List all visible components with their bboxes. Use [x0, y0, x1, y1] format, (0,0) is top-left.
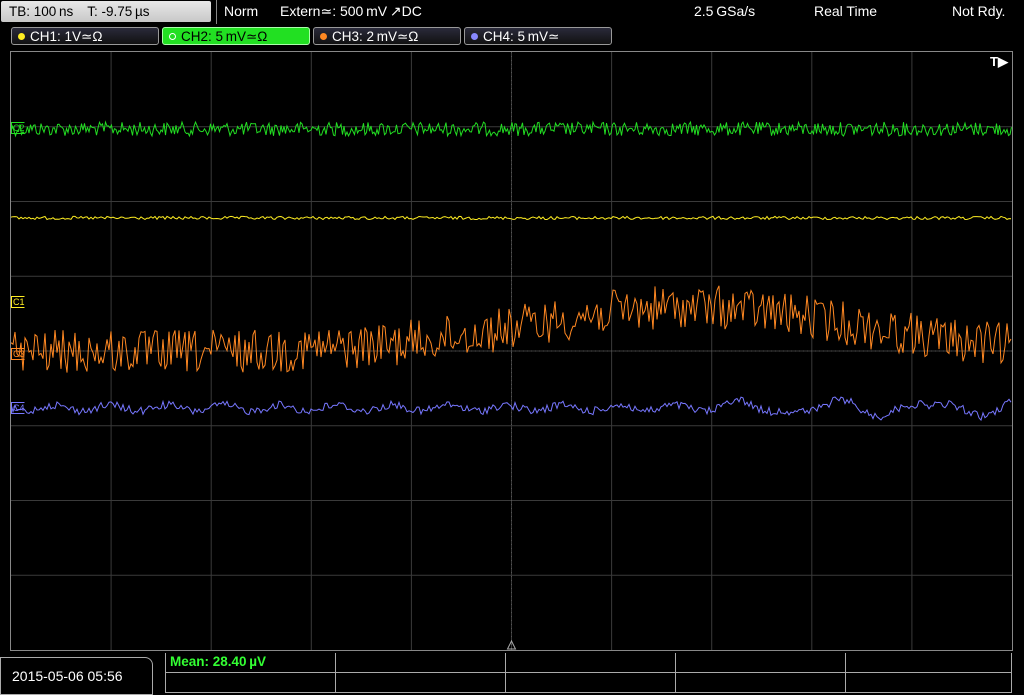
separator: [216, 0, 217, 24]
date-time-value: 2015-05-06 05:56: [12, 668, 123, 684]
measurement-cell[interactable]: [166, 673, 336, 693]
ch1-label: CH1: 1V≃Ω: [30, 29, 103, 44]
trigger-mode[interactable]: Norm: [224, 3, 258, 19]
tab-ch4[interactable]: CH4: 5 mV≃: [464, 27, 612, 45]
timebase-box[interactable]: TB: 100 ns T: -9.75 µs: [1, 1, 211, 22]
date-time-display[interactable]: 2015-05-06 05:56: [0, 657, 153, 695]
ch1-color-dot-icon: [18, 33, 25, 40]
trigger-source[interactable]: Extern≃: 500 mV ↗DC: [280, 3, 422, 20]
ch4-reference-marker[interactable]: C4: [11, 402, 28, 414]
waveform-canvas: [11, 52, 1012, 650]
sample-rate: 2.5 GSa/s: [694, 3, 756, 19]
measurement-cell[interactable]: [676, 673, 846, 693]
measurement-cell[interactable]: [336, 673, 506, 693]
measurement-cell[interactable]: [506, 673, 676, 693]
waveform-display[interactable]: T▶: [10, 51, 1013, 651]
ch3-reference-marker[interactable]: C3: [11, 348, 28, 360]
status-bar: TB: 100 ns T: -9.75 µs Norm Extern≃: 500 …: [0, 0, 1024, 24]
ch1-reference-marker[interactable]: C1: [11, 296, 28, 308]
measurement-cell[interactable]: [676, 653, 846, 673]
ch2-color-dot-icon: [169, 33, 176, 40]
measurement-cell[interactable]: [506, 653, 676, 673]
ch3-label: CH3: 2 mV≃Ω: [332, 29, 419, 44]
timebase-value: TB: 100 ns: [9, 4, 74, 19]
ch4-label: CH4: 5 mV≃: [483, 29, 560, 44]
mean-measurement: Mean: 28.40 µV: [170, 654, 267, 669]
measurement-cell[interactable]: [336, 653, 506, 673]
measurement-cell[interactable]: Mean: 28.40 µV: [166, 653, 336, 673]
acquisition-status: Not Rdy.: [952, 3, 1006, 19]
ch2-reference-marker[interactable]: C2: [11, 122, 28, 134]
trigger-offset-value: T: -9.75 µs: [87, 4, 150, 19]
acquisition-mode: Real Time: [814, 3, 878, 19]
trigger-position-marker[interactable]: T▶: [990, 54, 1008, 70]
tab-ch2[interactable]: CH2: 5 mV≃Ω: [162, 27, 310, 45]
measurement-panel[interactable]: Mean: 28.40 µV: [165, 653, 1012, 693]
ch3-color-dot-icon: [320, 33, 327, 40]
measurement-row: [166, 673, 1011, 693]
measurement-row: Mean: 28.40 µV: [166, 653, 1011, 673]
ch2-label: CH2: 5 mV≃Ω: [181, 29, 268, 44]
tab-ch3[interactable]: CH3: 2 mV≃Ω: [313, 27, 461, 45]
tab-ch1[interactable]: CH1: 1V≃Ω: [11, 27, 159, 45]
ch4-color-dot-icon: [471, 33, 478, 40]
